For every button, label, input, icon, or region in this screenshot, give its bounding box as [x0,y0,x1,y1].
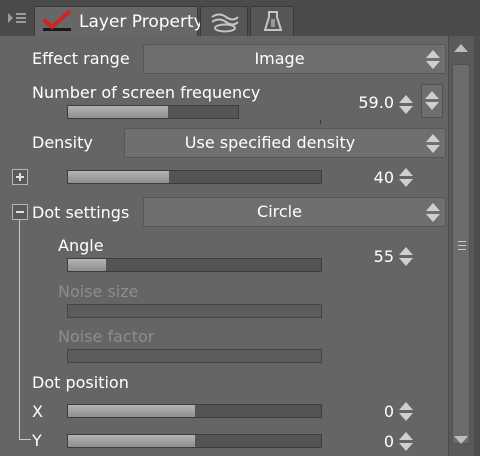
chevron-updown-icon [426,202,440,224]
position-x-fill [68,405,195,417]
density-mode-value: Use specified density [184,133,356,152]
screen-frequency-value: 59.0 [358,93,394,112]
position-x-slider[interactable] [67,404,322,418]
noise-size-label: Noise size [58,282,139,301]
tab-label: Layer Property [79,12,204,32]
chevron-updown-icon [425,90,439,112]
angle-slider[interactable] [67,258,322,272]
screen-frequency-fill [68,106,169,118]
dot-settings-label: Dot settings [32,203,130,222]
noise-factor-slider [67,349,322,363]
layer-property-icon [41,9,73,37]
density-label: Density [32,133,93,152]
tab-navigator[interactable] [250,6,294,36]
navigator-icon [261,10,285,38]
angle-spinner-icon[interactable] [399,246,413,268]
screen-frequency-preset-button[interactable] [421,84,443,118]
position-y-fill [68,435,195,447]
panel-edge [474,36,480,456]
position-y-spinner-icon[interactable] [399,431,413,453]
tree-guide-end [19,439,31,440]
tab-layer-search[interactable] [200,6,248,36]
density-fill [68,171,170,183]
density-expand-button[interactable] [12,169,28,185]
effect-range-label: Effect range [32,49,130,68]
angle-value: 55 [373,247,394,266]
vertical-scrollbar[interactable] [448,36,474,456]
density-slider[interactable] [67,170,322,184]
scroll-up-arrow-icon[interactable] [454,44,468,52]
grip-line [458,245,466,246]
dot-position-label: Dot position [32,373,129,392]
tree-guide-line [19,220,20,440]
noise-size-slider [67,304,322,318]
position-x-label: X [32,402,43,421]
density-value: 40 [373,168,394,187]
layer-property-panel: Effect range Image Number of screen freq… [0,36,448,456]
screen-frequency-label: Number of screen frequency [32,83,261,102]
density-mode-dropdown[interactable]: Use specified density [124,128,446,158]
position-y-slider[interactable] [67,434,322,448]
noise-factor-label: Noise factor [58,327,155,346]
grip-line [458,241,466,242]
effect-range-value: Image [254,49,305,68]
dot-settings-collapse-button[interactable] [12,204,28,220]
angle-fill [68,259,106,271]
position-x-spinner-icon[interactable] [399,401,413,423]
angle-label: Angle [58,236,104,255]
scrollbar-thumb[interactable] [452,64,470,444]
chevron-updown-icon [426,133,440,155]
dot-shape-dropdown[interactable]: Circle [143,197,446,227]
layer-search-icon [209,11,241,37]
chevron-updown-icon [426,49,440,71]
position-x-value: 0 [383,402,394,421]
position-y-label: Y [32,431,42,450]
screen-frequency-spinner-icon[interactable] [399,94,413,116]
screen-frequency-slider[interactable] [67,105,239,119]
tab-layer-property[interactable]: Layer Property [34,6,204,37]
grip-line [458,249,466,250]
panel-tab-bar: Layer Property [0,0,480,36]
dot-shape-value: Circle [257,202,302,221]
effect-range-dropdown[interactable]: Image [143,44,446,74]
slider-end-tick [320,120,321,124]
position-y-value: 0 [383,432,394,451]
scroll-down-arrow-icon[interactable] [454,436,468,444]
panel-menu-icon[interactable] [6,10,28,26]
density-spinner-icon[interactable] [399,167,413,189]
